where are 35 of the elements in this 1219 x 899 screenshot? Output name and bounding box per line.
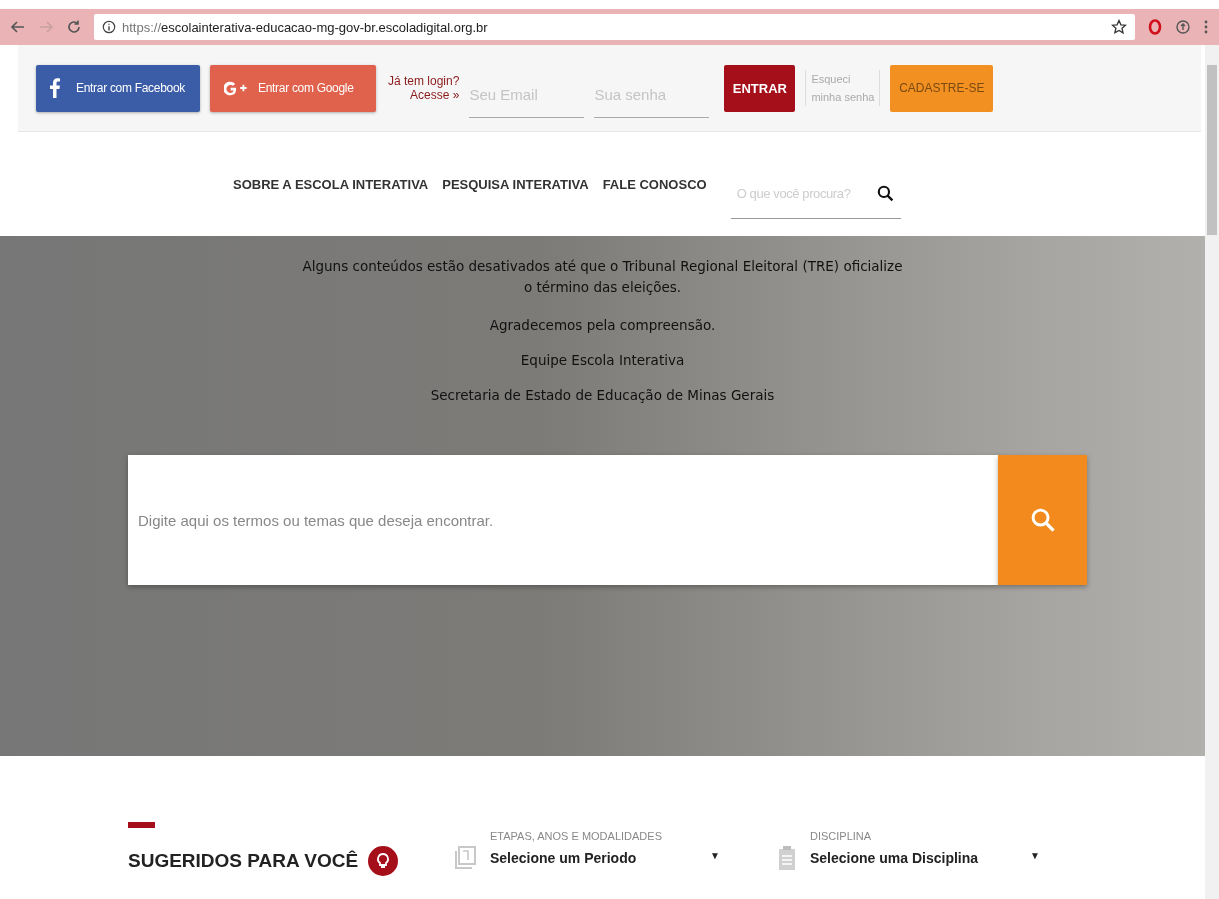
clipboard-icon xyxy=(778,846,796,870)
address-bar[interactable]: https://escolainterativa-educacao-mg-gov-br.escoladigital.org.br xyxy=(94,14,1135,40)
info-icon xyxy=(102,20,116,34)
filter-label: ETAPAS, ANOS E MODALIDADES xyxy=(490,830,663,842)
search-icon xyxy=(1029,507,1056,533)
google-plus-icon xyxy=(224,79,248,97)
scrollbar[interactable] xyxy=(1205,45,1219,899)
notice-text: Secretaria de Estado de Educação de Minas Gerais xyxy=(429,387,776,403)
filter-label: DISCIPLINA xyxy=(810,830,873,842)
main-search-field[interactable]: Digite aqui os termos ou temas que deseja encontrar. xyxy=(128,455,998,585)
dropdown[interactable]: Selecione um Periodo ▼ xyxy=(490,850,720,866)
login-link[interactable]: Acesse » xyxy=(410,88,460,102)
back-icon[interactable] xyxy=(10,19,26,35)
star-icon[interactable] xyxy=(1111,19,1127,35)
menu-icon[interactable] xyxy=(1203,19,1209,35)
facebook-login-button[interactable]: Entrar com Facebook xyxy=(36,64,200,112)
browser-extension-icon[interactable] xyxy=(1147,18,1163,36)
dropdown[interactable]: Selecione uma Disciplina ▼ xyxy=(810,850,1040,866)
google-login-button[interactable]: Entrar com Google xyxy=(210,64,376,112)
section-title: SUGERIDOS PARA VOCÊ xyxy=(128,850,359,872)
facebook-icon xyxy=(50,78,60,98)
nav-link[interactable]: SOBRE A ESCOLA INTERATIVA xyxy=(233,176,429,192)
url-text: https://escolainterativa-educacao-mg-gov-br.escoladigital.org.br xyxy=(122,19,489,35)
search-icon[interactable] xyxy=(876,185,894,202)
notice-text: Agradecemos pela compreensão. xyxy=(488,317,717,333)
extension-icon[interactable] xyxy=(1175,19,1191,35)
accent-bar xyxy=(128,822,155,828)
nav-link[interactable]: FALE CONOSCO xyxy=(602,176,707,192)
lightbulb-icon xyxy=(368,846,399,876)
notice-text: Equipe Escola Interativa xyxy=(519,352,686,368)
nav-link[interactable]: PESQUISA INTERATIVA xyxy=(442,176,589,192)
login-prompt: Já tem login? xyxy=(388,74,460,88)
notice-text: Alguns conteúdos estão desativados até que o Tribunal Regional Eleitoral (TRE) oficialize o término das eleições. xyxy=(301,257,904,297)
login-button[interactable]: ENTRAR xyxy=(724,64,796,112)
reload-icon[interactable] xyxy=(66,19,82,35)
